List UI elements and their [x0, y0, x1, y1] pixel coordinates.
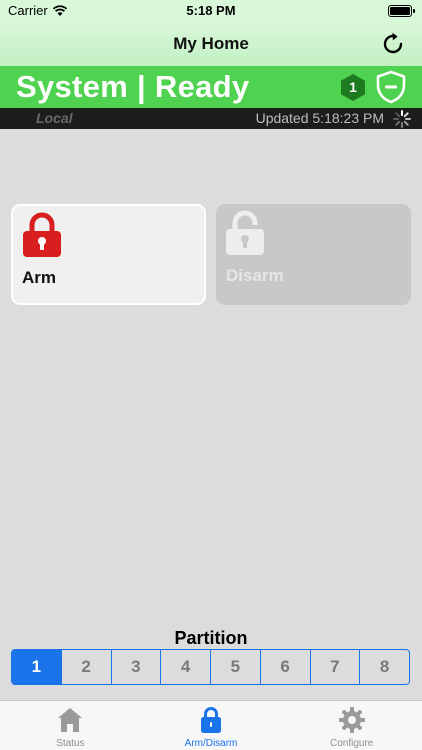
- tab-arm-disarm-label: Arm/Disarm: [184, 738, 238, 749]
- tab-bar: Status Arm/Disarm Configure: [0, 700, 422, 750]
- house-icon: [58, 708, 83, 732]
- locked-padlock-icon: [23, 212, 61, 257]
- partition-option-2[interactable]: 2: [60, 650, 111, 684]
- unlocked-padlock-icon: [226, 210, 264, 255]
- arm-label: Arm: [22, 268, 57, 287]
- partition-option-4[interactable]: 4: [160, 650, 210, 684]
- partition-option-1[interactable]: 1: [12, 650, 61, 684]
- status-bar: Carrier 5:18 PM: [0, 0, 422, 22]
- system-status-title: System | Ready: [16, 69, 250, 104]
- navigation-bar: My Home: [0, 22, 422, 66]
- refresh-icon[interactable]: [380, 31, 406, 57]
- partition-option-3[interactable]: 3: [110, 650, 161, 684]
- partition-option-7[interactable]: 7: [309, 650, 360, 684]
- gear-icon: [338, 707, 365, 733]
- last-updated: Updated 5:18:23 PM: [255, 110, 384, 126]
- tab-configure-label: Configure: [330, 738, 374, 749]
- partition-badge: 1: [349, 79, 357, 95]
- loading-spinner-icon: [393, 110, 411, 128]
- system-status-banner: System | Ready 1: [0, 66, 422, 108]
- partition-segmented-control: 1 2 3 4 5 6 7 8: [11, 649, 410, 685]
- battery-icon: [388, 5, 415, 17]
- partition-option-5[interactable]: 5: [210, 650, 260, 684]
- info-strip: Local Updated 5:18:23 PM: [0, 108, 422, 129]
- tab-configure[interactable]: Configure: [281, 701, 422, 750]
- padlock-icon: [201, 707, 221, 733]
- connection-mode: Local: [36, 110, 73, 126]
- clock: 5:18 PM: [186, 3, 236, 18]
- tab-status-label: Status: [56, 738, 85, 749]
- partition-option-8[interactable]: 8: [359, 650, 409, 684]
- tab-arm-disarm[interactable]: Arm/Disarm: [141, 701, 282, 750]
- arm-button[interactable]: Arm: [11, 204, 206, 305]
- disarm-button[interactable]: Disarm: [216, 204, 411, 305]
- shield-disarmed-icon[interactable]: [374, 70, 408, 104]
- tab-status[interactable]: Status: [0, 701, 141, 750]
- partition-title: Partition: [174, 628, 248, 648]
- page-title: My Home: [173, 34, 249, 53]
- disarm-label: Disarm: [226, 266, 284, 285]
- partition-option-6[interactable]: 6: [259, 650, 310, 684]
